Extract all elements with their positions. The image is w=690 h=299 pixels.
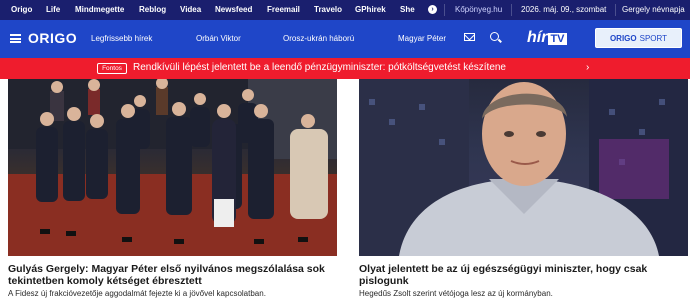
topbar-link-travelo[interactable]: Travelo <box>314 5 342 14</box>
hirtv-logo[interactable]: hír TV <box>527 29 567 47</box>
minister-portrait-illustration <box>359 79 688 256</box>
topbar-link-videa[interactable]: Videa <box>180 5 201 14</box>
sport-button-origo: ORIGO <box>609 33 637 43</box>
article-image-minister-portrait[interactable] <box>359 79 688 256</box>
search-icon[interactable] <box>490 32 499 41</box>
topbar-link-newsfeed[interactable]: Newsfeed <box>215 5 252 14</box>
breaking-news-headline[interactable]: Rendkívüli lépést jelentett be a leendő … <box>133 62 506 73</box>
topbar-link-she[interactable]: She <box>400 5 415 14</box>
topbar-link-origo[interactable]: Origo <box>11 5 32 14</box>
divider <box>511 4 512 16</box>
main-header: ORIGO Legfrissebb hírek Orbán Viktor Oro… <box>0 20 690 58</box>
topbar-link-life[interactable]: Life <box>46 5 60 14</box>
article-title[interactable]: Gulyás Gergely: Magyar Péter első nyilvá… <box>8 263 340 287</box>
divider <box>444 4 445 16</box>
divider <box>615 4 616 16</box>
origo-logo[interactable]: ORIGO <box>28 30 77 46</box>
origo-sport-button[interactable]: ORIGO SPORT <box>595 28 682 48</box>
article-image-cabinet-photo[interactable] <box>8 79 337 256</box>
topbar-nameday: Gergely névnapja <box>622 5 685 14</box>
nav-item-magyar-peter[interactable]: Magyar Péter <box>398 34 446 43</box>
article-title[interactable]: Olyat jelentett be az új egészségügyi mi… <box>359 263 659 287</box>
chevron-right-icon[interactable]: › <box>428 5 437 14</box>
topbar-weather-link[interactable]: Kőpönyeg.hu <box>455 5 502 14</box>
hirtv-logo-tv: TV <box>548 33 567 45</box>
article-lead: A Fidesz új frakcióvezetője aggodalmát f… <box>8 289 266 298</box>
nav-item-russia-ukraine-war[interactable]: Orosz-ukrán háború <box>283 34 354 43</box>
topbar-link-reblog[interactable]: Reblog <box>139 5 166 14</box>
nav-item-orban-viktor[interactable]: Orbán Viktor <box>196 34 241 43</box>
article-lead: Hegedűs Zsolt szerint vétójoga lesz az ú… <box>359 289 553 298</box>
cabinet-photo-illustration <box>8 79 337 256</box>
hamburger-menu-icon[interactable] <box>10 34 21 43</box>
mail-icon[interactable] <box>464 33 475 41</box>
chevron-right-icon[interactable]: › <box>586 62 589 73</box>
important-badge: Fontos <box>97 63 127 74</box>
topbar-link-gphirek[interactable]: GPhirek <box>355 5 386 14</box>
nav-item-latest-news[interactable]: Legfrissebb hírek <box>91 34 152 43</box>
hirtv-logo-text: hír <box>527 29 548 46</box>
topbar-link-mindmegette[interactable]: Mindmegette <box>75 5 124 14</box>
sport-button-sport: SPORT <box>639 33 668 43</box>
top-bar: Origo Life Mindmegette Reblog Videa News… <box>0 0 690 20</box>
topbar-link-freemail[interactable]: Freemail <box>267 5 300 14</box>
topbar-date: 2026. máj. 09., szombat <box>521 5 607 14</box>
